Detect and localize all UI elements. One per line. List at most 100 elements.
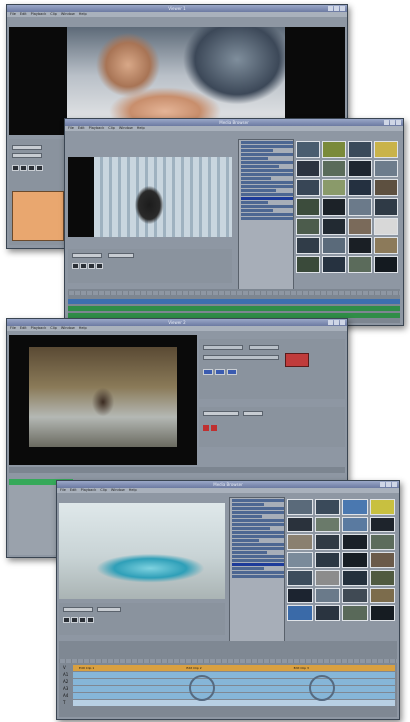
clip-thumbnail[interactable] <box>342 534 368 551</box>
stop-button[interactable] <box>71 617 78 623</box>
clip-thumbnail[interactable] <box>342 516 368 533</box>
clip-thumbnail[interactable] <box>342 587 368 604</box>
clip-thumbnail[interactable] <box>348 198 372 216</box>
menu-playback[interactable]: Playback <box>31 12 47 17</box>
video-track[interactable]: Edit Clip 1 Edit Clip 2 Edit Clip 3 <box>73 665 395 671</box>
window-titlebar[interactable]: Media Browser <box>57 481 399 488</box>
setting-field[interactable] <box>203 345 243 350</box>
clip-thumbnail[interactable] <box>296 217 320 235</box>
close-icon[interactable] <box>392 482 397 487</box>
clip-thumbnail[interactable] <box>314 552 340 568</box>
media-tree[interactable] <box>229 497 285 643</box>
minimize-icon[interactable] <box>380 482 385 487</box>
clip-thumbnail[interactable] <box>322 217 346 235</box>
record-button[interactable] <box>211 425 217 431</box>
audio-track[interactable] <box>73 679 395 685</box>
clip-thumbnail[interactable] <box>314 534 340 551</box>
rewind-button[interactable] <box>28 165 35 171</box>
window-titlebar[interactable]: Viewer 1 <box>7 5 347 12</box>
clip-thumbnail[interactable] <box>348 217 372 235</box>
clip-thumbnail[interactable] <box>369 569 395 586</box>
clip-thumbnail[interactable] <box>342 499 368 515</box>
timecode-field[interactable] <box>12 153 42 158</box>
clip-thumbnail[interactable] <box>314 516 340 533</box>
setting-field[interactable] <box>243 411 263 416</box>
forward-button[interactable] <box>96 263 103 269</box>
close-icon[interactable] <box>340 6 345 11</box>
clip-thumbnail[interactable] <box>369 587 395 604</box>
clip-thumbnail[interactable] <box>287 587 313 604</box>
apply-button[interactable] <box>215 369 225 375</box>
clip-thumbnail[interactable] <box>374 255 398 273</box>
clip-thumbnail[interactable] <box>369 516 395 533</box>
video-track[interactable] <box>68 299 400 304</box>
clip-thumbnail[interactable] <box>348 160 372 178</box>
clip-thumbnail[interactable] <box>374 179 398 197</box>
clip-thumbnail[interactable] <box>374 236 398 254</box>
menu-clip[interactable]: Clip <box>108 126 115 131</box>
clip-thumbnail[interactable] <box>296 179 320 197</box>
timecode-field[interactable] <box>97 607 121 612</box>
clip-thumbnail[interactable] <box>374 160 398 178</box>
menu-edit[interactable]: Edit <box>20 326 27 331</box>
menu-clip[interactable]: Clip <box>50 326 57 331</box>
menu-playback[interactable]: Playback <box>31 326 47 331</box>
maximize-icon[interactable] <box>390 120 395 125</box>
menu-clip[interactable]: Clip <box>100 488 107 493</box>
record-button[interactable] <box>203 425 209 431</box>
clip-list-panel[interactable] <box>12 191 64 241</box>
clip-thumbnail[interactable] <box>369 499 395 515</box>
minimize-icon[interactable] <box>384 120 389 125</box>
clip-thumbnail[interactable] <box>322 179 346 197</box>
menu-playback[interactable]: Playback <box>89 126 105 131</box>
setting-field[interactable] <box>249 345 279 350</box>
timecode-field[interactable] <box>72 253 102 258</box>
menu-edit[interactable]: Edit <box>20 12 27 17</box>
timecode-field[interactable] <box>108 253 134 258</box>
effect-swatch[interactable] <box>285 353 309 367</box>
menu-file[interactable]: File <box>68 126 74 131</box>
clip-thumbnail[interactable] <box>296 255 320 273</box>
clip-thumbnail[interactable] <box>296 236 320 254</box>
minimize-icon[interactable] <box>328 320 333 325</box>
clip-thumbnail[interactable] <box>287 499 313 515</box>
setting-field[interactable] <box>203 355 279 360</box>
window-titlebar[interactable]: Media Browser <box>65 119 403 126</box>
clip-thumbnail[interactable] <box>314 605 340 621</box>
clip-thumbnail[interactable] <box>287 534 313 551</box>
close-icon[interactable] <box>340 320 345 325</box>
clip-thumbnail[interactable] <box>314 569 340 586</box>
forward-button[interactable] <box>87 617 94 623</box>
clip-thumbnail[interactable] <box>314 587 340 604</box>
timeline-ruler[interactable] <box>68 291 400 295</box>
stop-button[interactable] <box>80 263 87 269</box>
clip-thumbnail[interactable] <box>322 236 346 254</box>
clip-thumbnail[interactable] <box>296 198 320 216</box>
timeline[interactable]: V A1 A2 A3 A4 T Edit Clip 1 Edit Clip 2 … <box>59 641 397 717</box>
apply-button[interactable] <box>203 369 213 375</box>
timeline-ruler[interactable] <box>59 659 397 663</box>
window-titlebar[interactable]: Viewer 2 <box>7 319 347 326</box>
menu-help[interactable]: Help <box>79 326 87 331</box>
menu-file[interactable]: File <box>60 488 66 493</box>
video-viewer[interactable] <box>59 503 225 599</box>
menu-edit[interactable]: Edit <box>78 126 85 131</box>
clip-thumbnail[interactable] <box>374 141 398 159</box>
stop-button[interactable] <box>20 165 27 171</box>
menu-playback[interactable]: Playback <box>81 488 97 493</box>
clip-thumbnail[interactable] <box>296 141 320 159</box>
menu-window[interactable]: Window <box>61 12 75 17</box>
maximize-icon[interactable] <box>334 320 339 325</box>
clip-thumbnail[interactable] <box>322 198 346 216</box>
menu-file[interactable]: File <box>10 326 16 331</box>
audio-track[interactable] <box>73 693 395 699</box>
video-viewer[interactable] <box>9 335 197 465</box>
clip-thumbnail[interactable] <box>287 569 313 586</box>
clip-thumbnail[interactable] <box>287 516 313 533</box>
play-button[interactable] <box>12 165 19 171</box>
menu-edit[interactable]: Edit <box>70 488 77 493</box>
clip-thumbnail[interactable] <box>322 141 346 159</box>
clip-thumbnail[interactable] <box>287 605 313 621</box>
rewind-button[interactable] <box>79 617 86 623</box>
timecode-field[interactable] <box>63 607 93 612</box>
